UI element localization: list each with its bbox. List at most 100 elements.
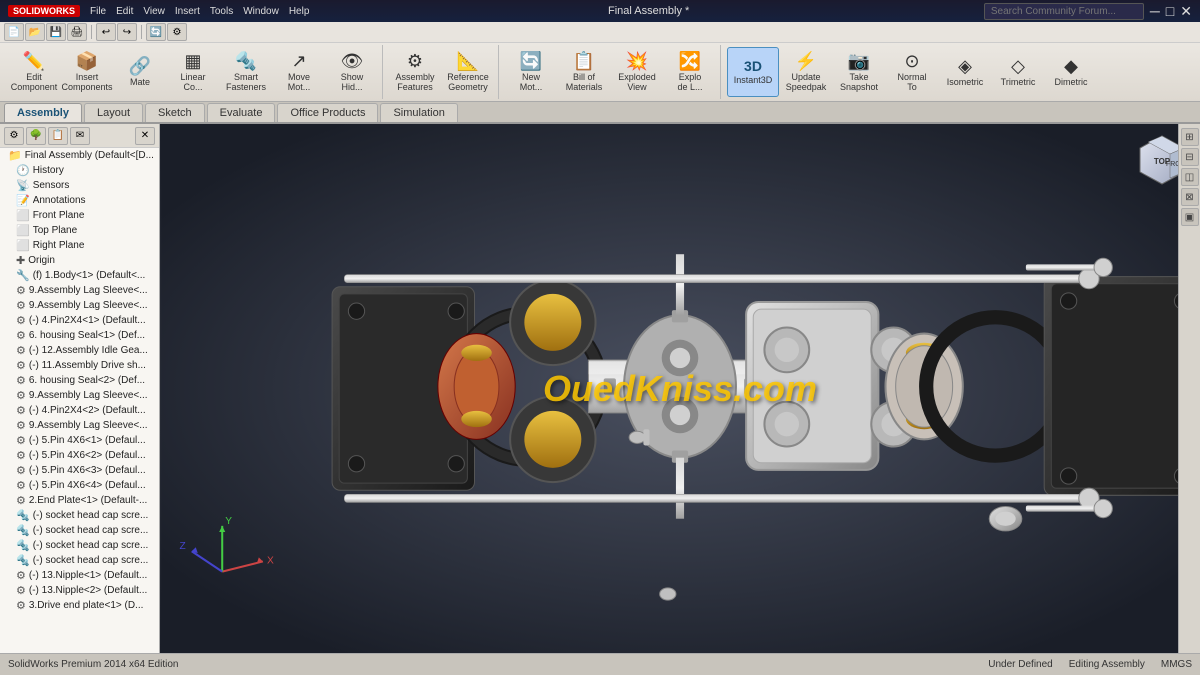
rp-btn-3[interactable]: ◫ <box>1181 168 1199 186</box>
titlebar-help-btn[interactable]: Help <box>285 2 314 20</box>
tree-item[interactable]: 🔩(-) socket head cap scre... <box>0 508 159 523</box>
reference-geometry-btn[interactable]: 📐ReferenceGeometry <box>442 47 494 97</box>
tree-item[interactable]: 📡Sensors <box>0 178 159 193</box>
new-file-btn[interactable]: 📄 <box>4 23 24 41</box>
dimetric-btn[interactable]: ◆Dimetric <box>1045 47 1097 97</box>
tab-assembly[interactable]: Assembly <box>4 103 82 122</box>
linear-component-btn[interactable]: ▦LinearCo... <box>167 47 219 97</box>
tree-item-icon: ⚙ <box>16 389 26 402</box>
update-speedpak-btn[interactable]: ⚡UpdateSpeedpak <box>780 47 832 97</box>
panel-tab-tree[interactable]: 🌳 <box>26 127 46 145</box>
tree-item[interactable]: ⚙(-) 5.Pin 4X6<3> (Defaul... <box>0 463 159 478</box>
tree-item-label: 3.Drive end plate<1> (D... <box>29 600 144 611</box>
tree-item[interactable]: ⚙6. housing Seal<1> (Def... <box>0 328 159 343</box>
tree-item[interactable]: 🔧(f) 1.Body<1> (Default<... <box>0 268 159 283</box>
rebuild-btn[interactable]: 🔄 <box>146 23 166 41</box>
mate-btn[interactable]: 🔗Mate <box>114 47 166 97</box>
tree-item[interactable]: ⚙3.Drive end plate<1> (D... <box>0 598 159 613</box>
tree-item[interactable]: ⚙9.Assembly Lag Sleeve<... <box>0 388 159 403</box>
tree-item[interactable]: ⚙9.Assembly Lag Sleeve<... <box>0 283 159 298</box>
undo-btn[interactable]: ↩ <box>96 23 116 41</box>
tab-simulation[interactable]: Simulation <box>380 103 457 122</box>
rp-btn-1[interactable]: ⊞ <box>1181 128 1199 146</box>
show-hide-btn[interactable]: 👁ShowHid... <box>326 47 378 97</box>
tree-item[interactable]: ⚙9.Assembly Lag Sleeve<... <box>0 298 159 313</box>
tree-item[interactable]: 🔩(-) socket head cap scre... <box>0 538 159 553</box>
tab-office-products[interactable]: Office Products <box>277 103 378 122</box>
assembly-features-btn[interactable]: ⚙AssemblyFeatures <box>389 47 441 97</box>
panel-tab-gear[interactable]: ⚙ <box>4 127 24 145</box>
tree-item-icon: 📁 <box>8 149 22 162</box>
tab-layout[interactable]: Layout <box>84 103 143 122</box>
tree-item[interactable]: ⚙(-) 4.Pin2X4<2> (Default... <box>0 403 159 418</box>
tree-item[interactable]: ⚙(-) 13.Nipple<2> (Default... <box>0 583 159 598</box>
tree-item[interactable]: 📝Annotations <box>0 193 159 208</box>
tree-item-icon: ⚙ <box>16 404 26 417</box>
titlebar: SOLIDWORKS File Edit View Insert Tools W… <box>0 0 1200 22</box>
tree-item[interactable]: ⚙(-) 5.Pin 4X6<4> (Defaul... <box>0 478 159 493</box>
tree-item[interactable]: ⚙2.End Plate<1> (Default-... <box>0 493 159 508</box>
insert-components-btn[interactable]: 📦InsertComponents <box>61 47 113 97</box>
tree-item[interactable]: ⬜Top Plane <box>0 223 159 238</box>
tree-item[interactable]: ⚙(-) 11.Assembly Drive sh... <box>0 358 159 373</box>
tree-item-icon: 🔩 <box>16 539 30 552</box>
print-btn[interactable]: 🖨 <box>67 23 87 41</box>
smart-fasteners-btn[interactable]: 🔩SmartFasteners <box>220 47 272 97</box>
new-motion-btn[interactable]: 🔄NewMot... <box>505 47 557 97</box>
tree-item[interactable]: ⚙(-) 12.Assembly Idle Gea... <box>0 343 159 358</box>
isometric-btn[interactable]: ◈Isometric <box>939 47 991 97</box>
options-btn[interactable]: ⚙ <box>167 23 187 41</box>
titlebar-edit-btn[interactable]: Edit <box>112 2 137 20</box>
tree-item[interactable]: ⬜Front Plane <box>0 208 159 223</box>
tree-item[interactable]: 🕐History <box>0 163 159 178</box>
panel-tab-display[interactable]: ✉ <box>70 127 90 145</box>
open-file-btn[interactable]: 📂 <box>25 23 45 41</box>
maximize-btn[interactable]: □ <box>1166 3 1174 19</box>
titlebar-window-btn[interactable]: Window <box>239 2 283 20</box>
tree-item-label: Right Plane <box>33 240 85 251</box>
close-btn[interactable]: ✕ <box>1180 3 1192 20</box>
titlebar-file-btn[interactable]: File <box>86 2 110 20</box>
tree-item-icon: ⚙ <box>16 449 26 462</box>
move-component-btn[interactable]: ↗MoveMot... <box>273 47 325 97</box>
panel-close-btn[interactable]: ✕ <box>135 127 155 145</box>
explode-line-btn[interactable]: 🔀Explode L... <box>664 47 716 97</box>
tree-item[interactable]: ⚙(-) 5.Pin 4X6<2> (Defaul... <box>0 448 159 463</box>
rp-btn-2[interactable]: ⊟ <box>1181 148 1199 166</box>
save-btn[interactable]: 💾 <box>46 23 66 41</box>
minimize-btn[interactable]: ─ <box>1150 3 1160 19</box>
tab-evaluate[interactable]: Evaluate <box>207 103 276 122</box>
search-input[interactable] <box>984 3 1144 20</box>
tree-item[interactable]: 🔩(-) socket head cap scre... <box>0 523 159 538</box>
normal-to-btn[interactable]: ⊙NormalTo <box>886 47 938 97</box>
tree-item[interactable]: ⚙(-) 4.Pin2X4<1> (Default... <box>0 313 159 328</box>
tree-item[interactable]: ⚙(-) 13.Nipple<1> (Default... <box>0 568 159 583</box>
edit-component-btn[interactable]: ✏️EditComponent <box>8 47 60 97</box>
tree-item[interactable]: 📁Final Assembly (Default<[D... <box>0 148 159 163</box>
bill-of-materials-btn[interactable]: 📋Bill ofMaterials <box>558 47 610 97</box>
tab-bar: Assembly Layout Sketch Evaluate Office P… <box>0 102 1200 124</box>
tree-item-icon: 🔩 <box>16 509 30 522</box>
tab-sketch[interactable]: Sketch <box>145 103 205 122</box>
tree-item[interactable]: ⚙9.Assembly Lag Sleeve<... <box>0 418 159 433</box>
tree-item[interactable]: ✚Origin <box>0 253 159 268</box>
titlebar-view-btn[interactable]: View <box>139 2 169 20</box>
viewport[interactable]: 🔍 🔍 ⬛ ✥ ⟳ ◈ ⬡ 👁 <box>160 124 1200 653</box>
redo-btn[interactable]: ↪ <box>117 23 137 41</box>
tree-item-label: (-) socket head cap scre... <box>33 555 149 566</box>
rp-btn-4[interactable]: ⊠ <box>1181 188 1199 206</box>
tree-item-icon: 🔩 <box>16 554 30 567</box>
instant3d-btn[interactable]: 3DInstant3D <box>727 47 779 97</box>
titlebar-insert-btn[interactable]: Insert <box>171 2 204 20</box>
rp-btn-5[interactable]: ▣ <box>1181 208 1199 226</box>
tree-item[interactable]: ⚙6. housing Seal<2> (Def... <box>0 373 159 388</box>
tree-item[interactable]: ⬜Right Plane <box>0 238 159 253</box>
take-snapshot-btn[interactable]: 📷TakeSnapshot <box>833 47 885 97</box>
tree-item[interactable]: 🔩(-) socket head cap scre... <box>0 553 159 568</box>
titlebar-tools-btn[interactable]: Tools <box>206 2 237 20</box>
tree-item[interactable]: ⚙(-) 5.Pin 4X6<1> (Defaul... <box>0 433 159 448</box>
panel-tab-list[interactable]: 📋 <box>48 127 68 145</box>
exploded-view-btn[interactable]: 💥ExplodedView <box>611 47 663 97</box>
tree-item-label: (-) socket head cap scre... <box>33 510 149 521</box>
trimetric-btn[interactable]: ◇Trimetric <box>992 47 1044 97</box>
